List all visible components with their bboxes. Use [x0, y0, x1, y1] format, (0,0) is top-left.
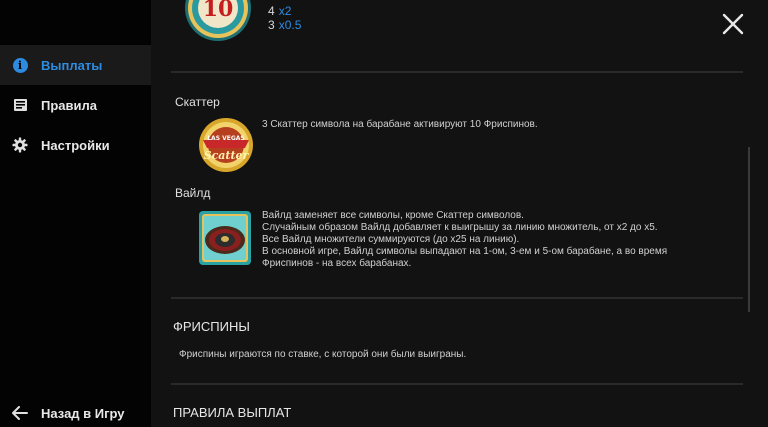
sidebar-item-settings[interactable]: Настройки	[0, 125, 151, 165]
sidebar-item-label: Настройки	[41, 137, 110, 153]
scatter-symbol-word: Scatter	[203, 149, 249, 162]
scatter-symbol-caption: LAS VEGAS	[207, 135, 245, 142]
paytable-content[interactable]: 10 4 x2 3 x0.5 Скаттер LAS VEGAS Scatter 3…	[151, 0, 768, 427]
paytable-row: 3 x0.5	[268, 18, 301, 32]
wild-description-line: Все Вайлд множители суммируются (до x25 …	[262, 234, 520, 245]
sidebar-item-payouts[interactable]: i Выплаты	[0, 45, 151, 85]
scatter-description: 3 Скаттер символа на барабане активируют…	[262, 119, 538, 130]
wild-description-line: В основной игре, Вайлд символы выпадают …	[262, 246, 668, 257]
wild-description-line: Вайлд заменяет все символы, кроме Скатте…	[262, 210, 524, 221]
back-to-game-label: Назад в Игру	[41, 405, 125, 421]
sidebar-item-label: Выплаты	[41, 57, 103, 73]
divider	[171, 71, 743, 73]
scrollbar[interactable]	[748, 147, 750, 312]
close-button[interactable]	[721, 12, 745, 36]
paytable-count: 4	[268, 4, 275, 18]
divider	[171, 297, 743, 299]
payout-rules-title: ПРАВИЛА ВЫПЛАТ	[173, 405, 292, 420]
book-icon	[12, 97, 28, 113]
close-icon	[722, 13, 744, 35]
top-symbol-image: 10	[183, 0, 253, 44]
sidebar: i Выплаты Правила Настройки Назад в Игру	[0, 0, 151, 427]
scatter-symbol-image: LAS VEGAS Scatter	[197, 116, 255, 174]
wild-description-line: Фриспинов - на всех барабанах.	[262, 258, 412, 269]
scatter-title: Скаттер	[175, 95, 220, 109]
gear-icon	[12, 137, 28, 153]
freespins-description: Фриспины играются по ставке, с которой о…	[179, 349, 467, 360]
wild-symbol-image	[198, 210, 252, 266]
top-symbol-value: 10	[202, 0, 234, 22]
sidebar-item-label: Правила	[41, 97, 97, 113]
paytable-multiplier: x0.5	[278, 18, 302, 32]
paytable-row: 4 x2	[268, 4, 291, 18]
freespins-title: ФРИСПИНЫ	[173, 319, 250, 334]
info-icon: i	[12, 57, 28, 73]
divider	[171, 383, 743, 385]
sidebar-item-rules[interactable]: Правила	[0, 85, 151, 125]
paytable-count: 3	[268, 18, 275, 32]
wild-title: Вайлд	[175, 186, 211, 200]
paytable-multiplier: x2	[278, 4, 292, 18]
wild-description-line: Случайным образом Вайлд добавляет к выиг…	[262, 222, 658, 233]
arrow-left-icon	[12, 405, 28, 421]
back-to-game-button[interactable]: Назад в Игру	[0, 393, 151, 427]
